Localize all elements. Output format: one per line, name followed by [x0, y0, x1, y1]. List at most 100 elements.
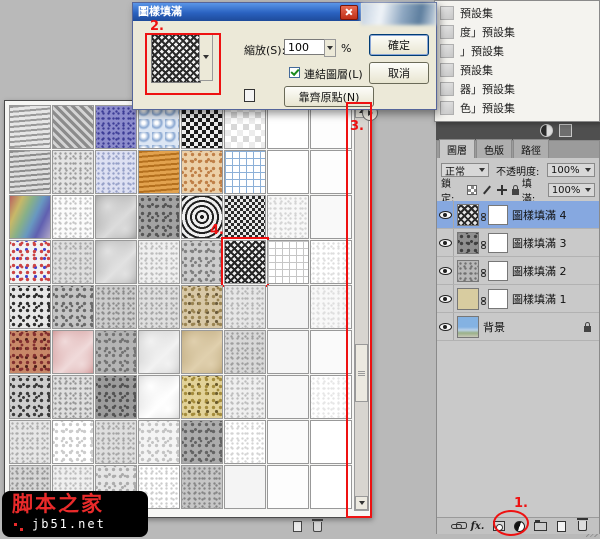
scale-slider-button[interactable] [324, 39, 336, 57]
link-layers-checkbox[interactable] [289, 66, 300, 78]
layer-name[interactable]: 圖樣填滿 1 [512, 291, 597, 307]
add-mask-icon-button[interactable] [491, 519, 506, 533]
pattern-swatch[interactable] [310, 150, 352, 194]
snap-to-origin-button[interactable]: 靠齊原點(N) [284, 86, 374, 107]
pattern-swatch[interactable] [181, 330, 223, 374]
pattern-swatch[interactable] [138, 195, 180, 239]
pattern-swatch[interactable] [310, 240, 352, 284]
pattern-swatch[interactable] [52, 375, 94, 419]
pattern-swatch[interactable] [224, 420, 266, 464]
pattern-swatch[interactable] [267, 240, 309, 284]
pattern-swatch[interactable] [52, 240, 94, 284]
new-layer-icon-button[interactable] [554, 519, 569, 533]
pattern-swatch[interactable] [9, 375, 51, 419]
pattern-swatch[interactable] [95, 420, 137, 464]
preset-menu-item[interactable]: 色」預設集 [435, 98, 599, 117]
tab-layers[interactable]: 圖層 [439, 139, 475, 158]
pattern-swatch[interactable] [224, 150, 266, 194]
pattern-swatch[interactable] [181, 285, 223, 329]
pattern-swatch[interactable] [138, 420, 180, 464]
layer-thumbnail[interactable] [457, 259, 479, 282]
pattern-swatch[interactable] [9, 195, 51, 239]
lock-move-icon[interactable] [496, 185, 507, 195]
dock-panel-icon[interactable] [559, 123, 572, 137]
pattern-swatch[interactable] [181, 240, 223, 284]
pattern-swatch[interactable] [95, 105, 137, 149]
fill-field[interactable]: 100% [547, 183, 595, 197]
preset-menu-item[interactable]: 預設集 [435, 60, 599, 79]
visibility-toggle[interactable] [437, 313, 454, 340]
pattern-well[interactable] [151, 33, 201, 83]
pattern-swatch[interactable] [310, 285, 352, 329]
pattern-swatch[interactable] [267, 330, 309, 374]
layer-thumbnail[interactable] [457, 315, 479, 338]
preset-menu-item[interactable]: 預設集 [435, 3, 599, 22]
pattern-swatch[interactable] [181, 150, 223, 194]
scroll-down-button[interactable] [355, 496, 368, 510]
pattern-scrollbar[interactable] [354, 103, 369, 511]
pattern-swatch[interactable] [267, 150, 309, 194]
pattern-swatch[interactable] [267, 375, 309, 419]
pattern-swatch[interactable] [310, 465, 352, 509]
pattern-swatch[interactable] [267, 285, 309, 329]
lock-all-icon[interactable] [511, 185, 519, 195]
pattern-swatch[interactable] [9, 105, 51, 149]
pattern-swatch[interactable] [52, 150, 94, 194]
group-icon-button[interactable] [533, 519, 548, 533]
visibility-toggle[interactable] [437, 229, 454, 256]
pattern-swatch[interactable] [9, 285, 51, 329]
layer-row[interactable]: 圖樣填滿 2 [437, 257, 599, 285]
layer-thumbnail[interactable] [457, 203, 479, 226]
pattern-swatch[interactable] [95, 375, 137, 419]
dialog-close-button[interactable] [340, 5, 358, 20]
adjustment-layer-icon-button[interactable] [512, 519, 527, 533]
layer-mask-thumbnail[interactable] [488, 260, 508, 281]
layer-row[interactable]: 背景 [437, 313, 599, 341]
opacity-field[interactable]: 100% [547, 163, 595, 177]
layer-name[interactable]: 圖樣填滿 2 [512, 263, 597, 279]
scale-input[interactable] [284, 39, 326, 55]
pattern-swatch[interactable] [138, 150, 180, 194]
pattern-swatch[interactable] [9, 240, 51, 284]
pattern-swatch[interactable] [267, 420, 309, 464]
tab-paths[interactable]: 路徑 [513, 139, 549, 158]
pattern-swatch[interactable] [310, 105, 352, 149]
pattern-swatch[interactable] [95, 195, 137, 239]
pattern-swatch[interactable] [310, 330, 352, 374]
pattern-well-dropdown[interactable] [199, 33, 213, 81]
pattern-swatch[interactable] [181, 420, 223, 464]
pattern-swatch[interactable] [181, 465, 223, 509]
pattern-swatch[interactable] [224, 195, 266, 239]
pattern-swatch[interactable] [138, 240, 180, 284]
pattern-swatch[interactable] [267, 465, 309, 509]
pattern-swatch-selected[interactable] [221, 237, 269, 287]
pattern-swatch[interactable] [138, 330, 180, 374]
layer-name[interactable]: 圖樣填滿 3 [512, 235, 597, 251]
dialog-titlebar[interactable]: 圖樣填滿 [133, 3, 361, 21]
layer-row[interactable]: 圖樣填滿 4 [437, 201, 599, 229]
new-preset-icon[interactable] [244, 89, 255, 102]
pattern-swatch[interactable] [9, 150, 51, 194]
visibility-toggle[interactable] [437, 257, 454, 284]
delete-layer-icon-button[interactable] [575, 518, 590, 533]
layer-name[interactable]: 圖樣填滿 4 [512, 207, 597, 223]
pattern-swatch[interactable] [95, 240, 137, 284]
visibility-toggle[interactable] [437, 285, 454, 312]
pattern-swatch[interactable] [138, 105, 180, 149]
pattern-swatch[interactable] [52, 330, 94, 374]
pattern-swatch[interactable] [267, 105, 309, 149]
pattern-swatch[interactable] [9, 330, 51, 374]
layer-thumbnail[interactable] [457, 231, 479, 254]
pattern-swatch[interactable] [52, 420, 94, 464]
pattern-swatch[interactable] [310, 420, 352, 464]
pattern-swatch[interactable] [181, 105, 223, 149]
layer-style-icon-button[interactable]: fx. [470, 519, 485, 533]
link-layers-icon-button[interactable] [449, 519, 467, 533]
pattern-swatch[interactable] [224, 465, 266, 509]
pattern-swatch[interactable] [52, 195, 94, 239]
cancel-button[interactable]: 取消 [369, 62, 429, 84]
pattern-swatch[interactable] [224, 375, 266, 419]
layer-row[interactable]: 圖樣填滿 3 [437, 229, 599, 257]
pattern-swatch[interactable] [138, 285, 180, 329]
pattern-swatch[interactable] [310, 195, 352, 239]
